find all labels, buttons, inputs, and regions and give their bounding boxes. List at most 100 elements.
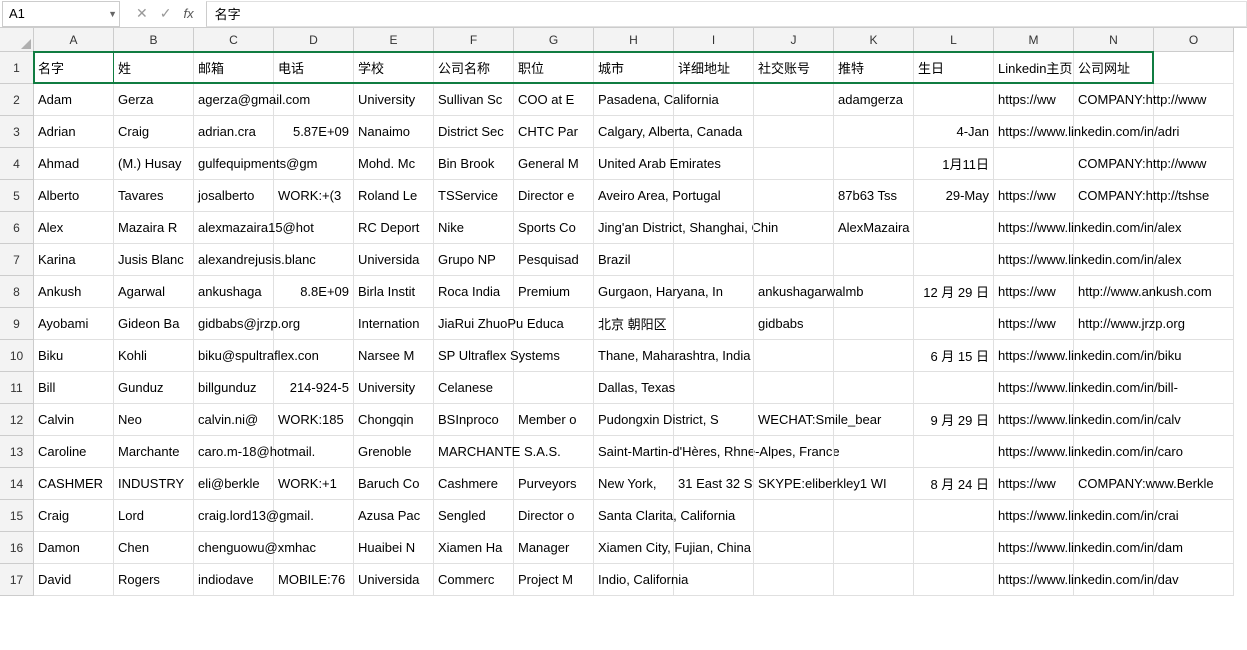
cell[interactable] — [754, 340, 834, 372]
col-header-B[interactable]: B — [114, 28, 194, 52]
cell[interactable] — [1074, 404, 1154, 436]
cell[interactable] — [914, 500, 994, 532]
cell[interactable] — [834, 500, 914, 532]
cell[interactable]: 城市 — [594, 52, 674, 84]
cell[interactable]: https://www.linkedin.com/in/bill- — [994, 372, 1074, 404]
cell[interactable]: Kohli — [114, 340, 194, 372]
cell[interactable] — [274, 340, 354, 372]
cell[interactable] — [1154, 84, 1234, 116]
cell[interactable] — [834, 404, 914, 436]
cell[interactable]: 87b63 Tss — [834, 180, 914, 212]
cell[interactable]: Adrian — [34, 116, 114, 148]
cell[interactable] — [514, 308, 594, 340]
cell[interactable]: adrian.cra — [194, 116, 274, 148]
cell[interactable]: New York, — [594, 468, 674, 500]
cell[interactable] — [754, 564, 834, 596]
cell[interactable] — [1154, 244, 1234, 276]
cell[interactable]: Thane, Maharashtra, India — [594, 340, 674, 372]
cell[interactable]: Sengled — [434, 500, 514, 532]
cell[interactable]: University — [354, 372, 434, 404]
cell[interactable]: 1月11日 — [914, 148, 994, 180]
cell[interactable]: Member o — [514, 404, 594, 436]
cell[interactable] — [674, 116, 754, 148]
cell[interactable]: United Arab Emirates — [594, 148, 674, 180]
cell[interactable]: CASHMER — [34, 468, 114, 500]
col-header-G[interactable]: G — [514, 28, 594, 52]
cell[interactable]: Alex — [34, 212, 114, 244]
cell[interactable]: Brazil — [594, 244, 674, 276]
cell[interactable]: (M.) Husay — [114, 148, 194, 180]
cell[interactable]: COMPANY:www.Berkle — [1074, 468, 1154, 500]
row-header-7[interactable]: 7 — [0, 244, 34, 276]
cell[interactable] — [274, 244, 354, 276]
cell[interactable] — [1154, 116, 1234, 148]
cell[interactable] — [1154, 212, 1234, 244]
cell[interactable]: http://www.jrzp.org — [1074, 308, 1154, 340]
cell[interactable] — [1154, 372, 1234, 404]
cell[interactable]: 4-Jan — [914, 116, 994, 148]
select-all-cell[interactable] — [0, 28, 34, 52]
cell[interactable]: Karina — [34, 244, 114, 276]
cell[interactable]: https://www.linkedin.com/in/dam — [994, 532, 1074, 564]
cell[interactable]: 公司名称 — [434, 52, 514, 84]
row-header-10[interactable]: 10 — [0, 340, 34, 372]
cell[interactable]: 姓 — [114, 52, 194, 84]
cell[interactable]: WORK:+1 — [274, 468, 354, 500]
cell[interactable] — [1154, 436, 1234, 468]
col-header-J[interactable]: J — [754, 28, 834, 52]
cell[interactable]: MOBILE:76 — [274, 564, 354, 596]
cell[interactable] — [274, 212, 354, 244]
col-header-L[interactable]: L — [914, 28, 994, 52]
cell[interactable] — [914, 84, 994, 116]
cell[interactable] — [754, 180, 834, 212]
cell[interactable] — [754, 532, 834, 564]
cell[interactable] — [674, 500, 754, 532]
cell[interactable]: Chongqin — [354, 404, 434, 436]
cell[interactable] — [754, 84, 834, 116]
cell[interactable]: Director o — [514, 500, 594, 532]
cell[interactable] — [834, 436, 914, 468]
cell[interactable] — [1154, 500, 1234, 532]
cell[interactable]: Mazaira R — [114, 212, 194, 244]
cell[interactable] — [1154, 564, 1234, 596]
col-header-F[interactable]: F — [434, 28, 514, 52]
cell[interactable]: biku@spultraflex.con — [194, 340, 274, 372]
cancel-icon[interactable]: ✕ — [136, 5, 148, 22]
cell[interactable]: https://www.linkedin.com/in/calv — [994, 404, 1074, 436]
cell[interactable]: MARCHANTE S.A.S. — [434, 436, 514, 468]
cell[interactable] — [674, 276, 754, 308]
col-header-C[interactable]: C — [194, 28, 274, 52]
cell[interactable]: Baruch Co — [354, 468, 434, 500]
cell[interactable]: 8 月 24 日 — [914, 468, 994, 500]
cell[interactable]: 5.87E+09 — [274, 116, 354, 148]
cell[interactable]: Saint-Martin-d'Hères, Rhne-Alpes, France — [594, 436, 674, 468]
dropdown-icon[interactable]: ▼ — [108, 9, 117, 19]
cell[interactable] — [274, 308, 354, 340]
cell[interactable] — [274, 148, 354, 180]
cell[interactable]: Birla Instit — [354, 276, 434, 308]
cell[interactable]: District Sec — [434, 116, 514, 148]
cell[interactable]: COMPANY:http://www — [1074, 84, 1154, 116]
cell[interactable]: 12 月 29 日 — [914, 276, 994, 308]
row-header-3[interactable]: 3 — [0, 116, 34, 148]
cell[interactable] — [1074, 436, 1154, 468]
cell[interactable] — [1154, 276, 1234, 308]
cell[interactable] — [1074, 532, 1154, 564]
cell[interactable] — [674, 180, 754, 212]
cell[interactable]: Pesquisad — [514, 244, 594, 276]
cell[interactable]: RC Deport — [354, 212, 434, 244]
cell[interactable] — [834, 340, 914, 372]
cell[interactable]: Nanaimo — [354, 116, 434, 148]
cell[interactable]: Commerc — [434, 564, 514, 596]
cell[interactable]: 6 月 15 日 — [914, 340, 994, 372]
cell[interactable] — [1154, 340, 1234, 372]
cell[interactable]: Universida — [354, 564, 434, 596]
cell[interactable]: Marchante — [114, 436, 194, 468]
cell[interactable]: chenguowu@xmhac — [194, 532, 274, 564]
cell[interactable] — [834, 244, 914, 276]
cell[interactable] — [674, 404, 754, 436]
cell[interactable]: 推特 — [834, 52, 914, 84]
cell[interactable]: Azusa Pac — [354, 500, 434, 532]
cell[interactable]: 社交账号 — [754, 52, 834, 84]
row-header-8[interactable]: 8 — [0, 276, 34, 308]
